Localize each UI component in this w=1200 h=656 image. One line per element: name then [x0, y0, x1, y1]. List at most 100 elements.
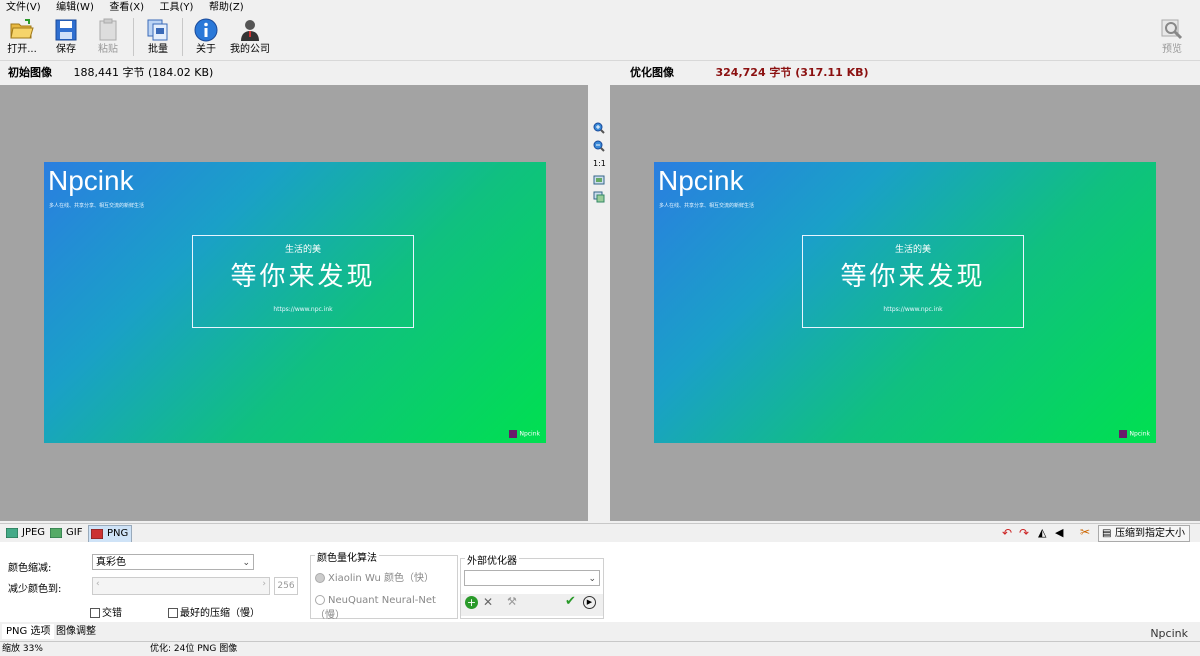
remove-icon[interactable]: ✕	[483, 595, 493, 609]
optimized-image: Npcink 多人在线、共享分享、相互交流的新鲜生活 生活的美 等你来发现 ht…	[654, 162, 1156, 443]
run-play-icon[interactable]: ▶	[583, 596, 596, 609]
menu-tools[interactable]: 工具(Y)	[154, 1, 200, 15]
tab-image-adjust[interactable]: 图像调整	[52, 624, 100, 639]
external-optimizer-title: 外部优化器	[465, 552, 519, 567]
batch-pages-icon	[147, 19, 168, 41]
original-size: 188,441 字节 (184.02 KB)	[73, 66, 214, 79]
radio-circle	[315, 573, 325, 583]
xiaolin-wu-radio[interactable]: Xiaolin Wu 颜色（快）	[315, 569, 434, 584]
save-label: 保存	[56, 44, 76, 55]
menu-file[interactable]: 文件(V)	[0, 1, 47, 15]
batch-button[interactable]: 批量	[136, 16, 180, 58]
my-company-label: 我的公司	[230, 44, 270, 55]
tab-jpeg-label: JPEG	[22, 527, 46, 538]
original-title: 初始图像	[8, 66, 52, 79]
menu-view[interactable]: 查看(X)	[103, 1, 150, 15]
image-headline: 等你来发现	[230, 262, 376, 292]
best-compression-label: 最好的压缩（慢）	[180, 608, 260, 619]
image-headline: 等你来发现	[840, 262, 986, 292]
crop-icon[interactable]: ✂	[1080, 525, 1090, 539]
image-subtitle: 生活的美	[894, 245, 931, 255]
logo-mark-icon	[1119, 430, 1128, 438]
zoom-toolbar: 1:1	[588, 85, 610, 521]
flip-horizontal-icon[interactable]: ◭	[1038, 526, 1046, 539]
about-button[interactable]: 关于	[184, 16, 228, 58]
interlace-checkbox[interactable]: 交错	[90, 604, 122, 619]
png-icon	[91, 529, 103, 539]
interlace-label: 交错	[102, 608, 122, 619]
optimized-image-pane[interactable]: Npcink 多人在线、共享分享、相互交流的新鲜生活 生活的美 等你来发现 ht…	[610, 85, 1200, 521]
chevron-down-icon: ⌄	[242, 558, 250, 568]
image-logo: Npcink	[1119, 430, 1150, 438]
checkbox-box	[168, 608, 178, 618]
optimized-size: 324,724 字节 (317.11 KB)	[715, 66, 869, 79]
external-optimizer-select[interactable]: ⌄	[464, 570, 600, 586]
rotate-left-icon[interactable]: ↶	[1002, 526, 1012, 540]
status-info: 优化: 24位 PNG 图像	[150, 644, 238, 654]
status-zoom: 缩放 33%	[2, 644, 43, 654]
radio-circle	[315, 595, 325, 605]
flip-vertical-icon[interactable]: ◀	[1055, 526, 1063, 539]
color-quantization-title: 颜色量化算法	[315, 549, 379, 564]
menu-bar: 文件(V) 编辑(W) 查看(X) 工具(Y) 帮助(Z)	[0, 0, 1200, 14]
image-tagline: 多人在线、共享分享、相互交流的新鲜生活	[659, 203, 755, 209]
edit-tool-icon[interactable]: ⚒	[507, 595, 517, 608]
tab-png-options[interactable]: PNG 选项	[2, 624, 55, 639]
compress-icon: ▤	[1102, 528, 1112, 539]
clipboard-icon	[99, 18, 117, 41]
preview-button[interactable]: 预览	[1150, 16, 1194, 58]
compress-to-size-label: 压缩到指定大小	[1115, 528, 1185, 539]
chevron-down-icon: ⌄	[588, 574, 596, 584]
original-image: Npcink 多人在线、共享分享、相互交流的新鲜生活 生活的美 等你来发现 ht…	[44, 162, 546, 443]
paste-button[interactable]: 粘贴	[86, 16, 130, 58]
image-brand: Npcink	[658, 165, 744, 196]
fit-window-icon[interactable]	[593, 174, 605, 186]
info-icon	[194, 18, 218, 42]
sync-view-icon[interactable]	[593, 191, 605, 203]
color-quantization-group: 颜色量化算法 Xiaolin Wu 颜色（快） NeuQuant Neural-…	[310, 549, 458, 621]
compress-to-size-button[interactable]: ▤ 压缩到指定大小	[1098, 525, 1190, 542]
folder-open-icon	[10, 19, 34, 39]
color-reduction-label: 颜色缩减:	[8, 563, 52, 574]
neuquant-radio[interactable]: NeuQuant Neural-Net（慢）	[315, 595, 457, 621]
reduce-colors-value[interactable]: 256	[274, 577, 298, 595]
paste-label: 粘贴	[98, 44, 118, 55]
color-reduction-value: 真彩色	[96, 557, 126, 568]
logo-mark-icon	[509, 430, 518, 438]
best-compression-checkbox[interactable]: 最好的压缩（慢）	[168, 604, 260, 619]
color-reduction-select[interactable]: 真彩色 ⌄	[92, 554, 254, 570]
xiaolin-wu-label: Xiaolin Wu 颜色（快）	[328, 573, 434, 584]
optimized-title: 优化图像	[630, 66, 674, 79]
tab-png[interactable]: PNG	[88, 525, 132, 543]
zoom-out-icon[interactable]	[593, 140, 605, 152]
watermark-text: Npcink	[1150, 627, 1188, 640]
image-logo-text: Npcink	[519, 430, 540, 438]
image-logo: Npcink	[509, 430, 540, 438]
rotate-right-icon[interactable]: ↷	[1019, 526, 1029, 540]
add-icon[interactable]: +	[465, 596, 478, 609]
zoom-in-icon[interactable]	[593, 122, 605, 134]
format-tab-bar: JPEG GIF PNG ↶ ↷ ◭ ◀ ✂ ▤ 压缩到指定大小	[0, 523, 1200, 543]
apply-check-icon[interactable]: ✔	[565, 594, 576, 609]
png-options-panel: 颜色缩减: 真彩色 ⌄ 减少颜色到: ‹ › 256 交错 最好的压缩（慢） 颜…	[0, 542, 1200, 622]
tab-jpeg[interactable]: JPEG	[4, 525, 45, 541]
preview-label: 预览	[1162, 44, 1182, 55]
slider-right-arrow-icon: ›	[262, 579, 266, 589]
tab-gif[interactable]: GIF	[48, 525, 82, 541]
neuquant-label: NeuQuant Neural-Net（慢）	[315, 595, 436, 621]
external-optimizer-group: 外部优化器 ⌄ + ✕ ⚒ ✔ ▶	[460, 552, 604, 619]
status-bar: 缩放 33% 优化: 24位 PNG 图像	[0, 641, 1200, 656]
reduce-colors-slider[interactable]: ‹ ›	[92, 577, 270, 595]
open-button[interactable]: 打开...	[0, 16, 44, 58]
actual-size-button[interactable]: 1:1	[593, 159, 606, 168]
open-label: 打开...	[7, 44, 37, 55]
company-user-icon	[241, 20, 259, 41]
jpeg-icon	[6, 528, 18, 538]
about-label: 关于	[196, 44, 216, 55]
original-image-pane[interactable]: Npcink 多人在线、共享分享、相互交流的新鲜生活 生活的美 等你来发现 ht…	[0, 85, 588, 521]
my-company-button[interactable]: 我的公司	[228, 16, 272, 58]
image-brand: Npcink	[48, 165, 134, 196]
menu-help[interactable]: 帮助(Z)	[203, 1, 250, 15]
save-button[interactable]: 保存	[44, 16, 88, 58]
menu-edit[interactable]: 编辑(W)	[50, 1, 100, 15]
